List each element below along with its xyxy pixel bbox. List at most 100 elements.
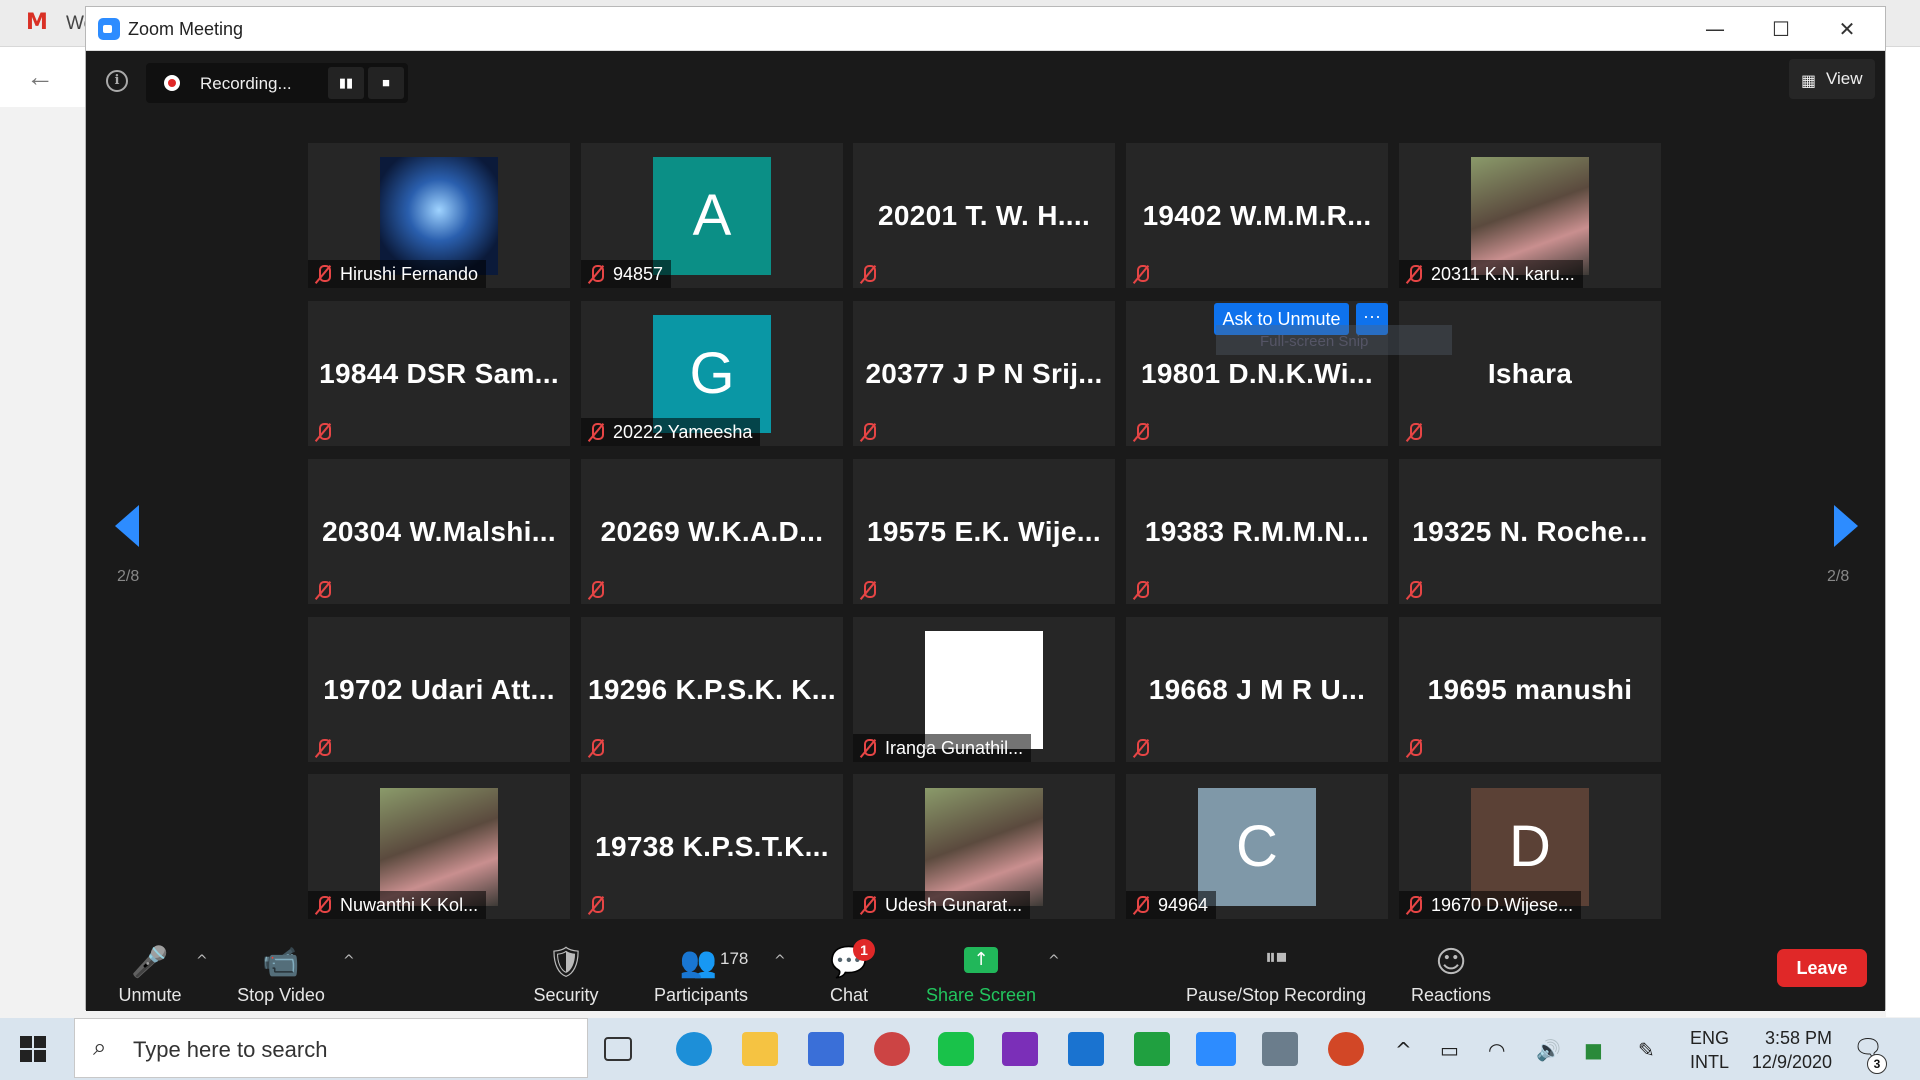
maximize-button[interactable]: ☐ <box>1757 15 1805 43</box>
pause-recording-button[interactable]: ▮▮ <box>328 67 364 99</box>
security-button[interactable]: 🛡 Security <box>516 919 616 1011</box>
microphone-muted-icon: 🎤 <box>131 945 169 980</box>
participant-tile[interactable]: 19668 J M R U... <box>1126 617 1388 762</box>
participant-tile[interactable]: G 20222 Yameesha <box>581 301 843 446</box>
participant-label: Iranga Gunathil... <box>853 734 1032 762</box>
video-options-caret-icon[interactable]: ^ <box>343 953 355 969</box>
meeting-info-icon[interactable]: i <box>106 70 128 92</box>
participant-tile[interactable]: 20377 J P N Srij... <box>853 301 1115 446</box>
show-hidden-icons-icon[interactable]: ^ <box>1395 1038 1412 1062</box>
view-label: View <box>1826 69 1863 88</box>
participant-avatar: D <box>1471 788 1589 906</box>
zoom-window: Zoom Meeting — ☐ ✕ i Recording... ▮▮ ■ ▦… <box>85 6 1886 1011</box>
participant-tile[interactable]: 20201 T. W. H.... <box>853 143 1115 288</box>
participant-label-text: 20222 Yameesha <box>613 422 753 442</box>
camtasia-icon[interactable] <box>1134 1032 1170 1066</box>
clock[interactable]: 3:58 PM 12/9/2020 <box>1746 1026 1832 1074</box>
share-options-caret-icon[interactable]: ^ <box>1048 953 1060 969</box>
audio-options-caret-icon[interactable]: ^ <box>196 953 208 969</box>
participant-tile[interactable]: Nuwanthi K Kol... <box>308 774 570 919</box>
gmail-icon[interactable]: M <box>26 10 48 35</box>
pen-icon[interactable]: ✎ <box>1638 1038 1655 1062</box>
file-explorer-icon[interactable] <box>742 1032 778 1066</box>
participant-photo <box>1471 157 1589 275</box>
share-screen-button[interactable]: ↑ Share Screen <box>916 919 1046 1011</box>
leave-button[interactable]: Leave <box>1777 949 1867 987</box>
mail-icon[interactable] <box>1068 1032 1104 1066</box>
muted-mic-icon <box>858 264 878 284</box>
participant-tile[interactable]: C 94964 <box>1126 774 1388 919</box>
participant-tile[interactable]: Udesh Gunarat... <box>853 774 1115 919</box>
participant-tile[interactable]: 19402 W.M.M.R... <box>1126 143 1388 288</box>
battery-icon[interactable]: ▭ <box>1440 1038 1459 1062</box>
security-tray-icon[interactable]: ■ <box>1584 1038 1603 1062</box>
participant-tile[interactable]: 20304 W.Malshi... <box>308 459 570 604</box>
windows-start-icon[interactable] <box>20 1036 46 1062</box>
participants-caret-icon[interactable]: ^ <box>774 953 786 969</box>
powerpoint-icon[interactable] <box>1328 1032 1364 1066</box>
chat-button[interactable]: 💬 1 Chat <box>809 919 889 1011</box>
participant-tile[interactable]: 19383 R.M.M.N... <box>1126 459 1388 604</box>
participant-tile[interactable]: D 19670 D.Wijese... <box>1399 774 1661 919</box>
participant-tile[interactable]: 19695 manushi <box>1399 617 1661 762</box>
muted-mic-icon <box>858 895 878 915</box>
participant-tile[interactable]: 19296 K.P.S.K. K... <box>581 617 843 762</box>
wifi-icon[interactable]: ◠ <box>1488 1038 1505 1062</box>
next-page-arrow-icon[interactable] <box>1834 505 1858 547</box>
participant-name: 19844 DSR Sam... <box>319 358 559 389</box>
volume-icon[interactable]: 🔊 <box>1536 1038 1561 1062</box>
taskbar-search-box[interactable]: ⌕ Type here to search <box>74 1018 588 1078</box>
camera-icon[interactable] <box>1262 1032 1298 1066</box>
participant-photo <box>925 788 1043 906</box>
back-arrow-icon[interactable]: ← <box>26 61 54 93</box>
participant-tile[interactable]: 19702 Udari Att... <box>308 617 570 762</box>
participants-label: Participants <box>653 985 749 1005</box>
participant-tile[interactable]: Hirushi Fernando <box>308 143 570 288</box>
pause-stop-recording-button[interactable]: ⏸⏹ Pause/Stop Recording <box>1176 919 1376 1011</box>
taskbar: ⌕ Type here to search ^ ▭ ◠ 🔊 ■ ✎ ENG IN… <box>0 1018 1920 1080</box>
recording-indicator: Recording... ▮▮ ■ <box>146 63 408 103</box>
participant-label-text: 94964 <box>1158 895 1209 915</box>
muted-mic-icon <box>1131 580 1151 600</box>
snip-overlay: Full-screen Snip <box>1216 325 1452 355</box>
participant-name: 19575 E.K. Wije... <box>867 516 1101 547</box>
language-indicator[interactable]: ENG INTL <box>1690 1026 1729 1074</box>
chat-badge: 1 <box>853 939 875 961</box>
onenote-icon[interactable] <box>1002 1032 1038 1066</box>
muted-mic-icon <box>1131 264 1151 284</box>
view-button[interactable]: ▦ View <box>1789 59 1875 99</box>
share-screen-icon: ↑ <box>964 947 998 973</box>
participant-tile[interactable]: 19575 E.K. Wije... <box>853 459 1115 604</box>
unmute-button[interactable]: 🎤 Unmute <box>100 919 200 1011</box>
participant-tile[interactable]: Iranga Gunathil... <box>853 617 1115 762</box>
muted-mic-icon <box>1404 422 1424 442</box>
minimize-button[interactable]: — <box>1691 15 1739 43</box>
participant-photo <box>380 788 498 906</box>
recording-dot-icon <box>164 75 180 91</box>
stop-video-button[interactable]: 📹 Stop Video <box>216 919 346 1011</box>
line-app-icon[interactable] <box>938 1032 974 1066</box>
participant-tile[interactable]: Ishara <box>1399 301 1661 446</box>
participant-tile[interactable]: 20269 W.K.A.D... <box>581 459 843 604</box>
snipping-tool-icon[interactable] <box>874 1032 910 1066</box>
stop-recording-button[interactable]: ■ <box>368 67 404 99</box>
participant-tile[interactable]: 19738 K.P.S.T.K... <box>581 774 843 919</box>
participant-photo <box>925 631 1043 749</box>
store-icon[interactable] <box>808 1032 844 1066</box>
muted-mic-icon <box>586 264 606 284</box>
zoom-taskbar-icon[interactable] <box>1196 1032 1236 1066</box>
participant-tile[interactable]: 19325 N. Roche... <box>1399 459 1661 604</box>
participant-tile[interactable]: A 94857 <box>581 143 843 288</box>
close-button[interactable]: ✕ <box>1823 15 1871 43</box>
edge-icon[interactable] <box>676 1032 712 1066</box>
reactions-button[interactable]: ☺ Reactions <box>1396 919 1506 1011</box>
participant-label: Hirushi Fernando <box>308 260 487 288</box>
language-top: ENG <box>1690 1028 1730 1048</box>
participant-tile[interactable]: 19844 DSR Sam... <box>308 301 570 446</box>
previous-page-arrow-icon[interactable] <box>115 505 139 547</box>
participant-name: 19668 J M R U... <box>1148 674 1366 705</box>
participant-tile[interactable]: 20311 K.N. karu... <box>1399 143 1661 288</box>
chat-label: Chat <box>829 985 869 1005</box>
participants-button[interactable]: 👥 178 Participants <box>636 919 766 1011</box>
task-view-icon[interactable] <box>604 1037 632 1061</box>
